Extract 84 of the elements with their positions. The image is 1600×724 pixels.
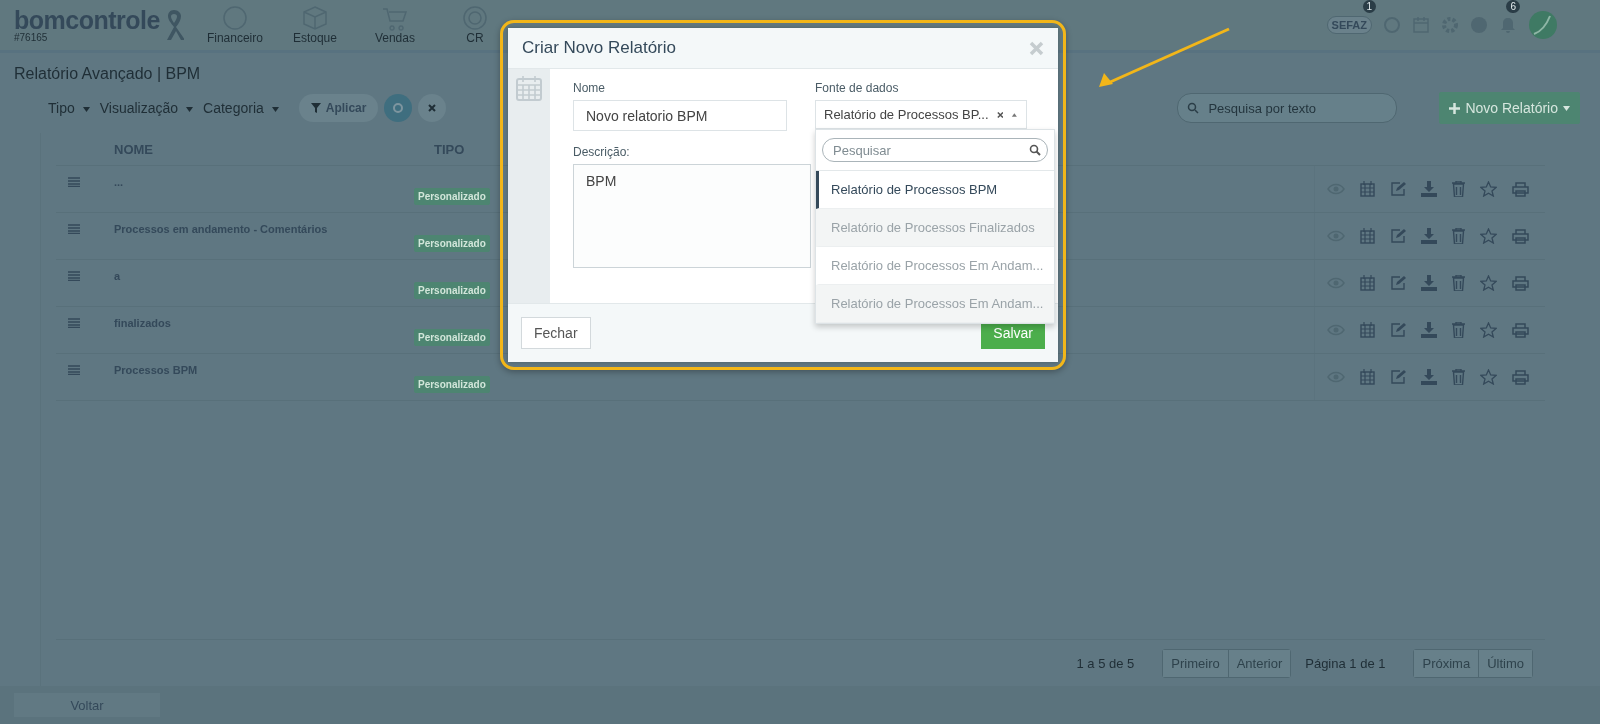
nav-item[interactable]: Vendas xyxy=(359,5,430,45)
sefaz-button[interactable]: SEFAZ xyxy=(1326,16,1372,34)
edit-icon[interactable] xyxy=(1390,369,1406,385)
description-field[interactable]: BPM xyxy=(573,164,811,268)
calendar-icon[interactable] xyxy=(1360,322,1375,338)
caret-icon xyxy=(271,106,279,112)
edit-icon[interactable] xyxy=(1390,322,1406,338)
list-icon xyxy=(68,271,80,281)
clear-icon[interactable] xyxy=(996,110,1004,119)
filter-icon xyxy=(310,103,321,113)
data-source-select[interactable]: Relatório de Processos BP... xyxy=(815,100,1027,129)
star-icon[interactable] xyxy=(1480,322,1497,338)
filter-dropdown[interactable]: Tipo xyxy=(48,100,94,116)
printer-icon[interactable] xyxy=(1512,369,1529,385)
trash-icon[interactable] xyxy=(1452,322,1465,338)
calendar-icon[interactable] xyxy=(1360,181,1375,197)
star-icon[interactable] xyxy=(1480,275,1497,291)
list-icon xyxy=(68,318,80,328)
edit-icon[interactable] xyxy=(1390,181,1406,197)
results-count: 1 a 5 de 5 xyxy=(1076,655,1135,671)
search-field[interactable]: Pesquisa por texto xyxy=(1177,93,1398,123)
caret-icon xyxy=(1011,111,1018,118)
filter-dropdown[interactable]: Visualização xyxy=(99,100,198,116)
printer-icon[interactable] xyxy=(1512,228,1529,244)
nav-item[interactable]: Financeiro xyxy=(199,5,270,45)
printer-icon[interactable] xyxy=(1512,322,1529,338)
edit-icon[interactable] xyxy=(1390,275,1406,291)
type-tag: Personalizado xyxy=(414,187,490,205)
table-cell-text: ... xyxy=(114,176,125,188)
download-icon[interactable] xyxy=(1421,369,1437,385)
type-tag: Personalizado xyxy=(414,328,490,346)
dropdown-option[interactable]: Relatório de Processos Finalizados xyxy=(816,209,1054,247)
printer-icon[interactable] xyxy=(1512,275,1529,291)
calendar-icon[interactable] xyxy=(1360,275,1375,291)
edit-icon[interactable] xyxy=(1390,228,1406,244)
printer-icon[interactable] xyxy=(1512,181,1529,197)
search-icon xyxy=(1029,144,1041,156)
notification-count: 1 xyxy=(1362,0,1377,13)
type-tag: Personalizado xyxy=(414,234,490,252)
close-button[interactable]: Fechar xyxy=(521,317,591,349)
trash-icon[interactable] xyxy=(1452,275,1465,291)
trash-icon[interactable] xyxy=(1452,181,1465,197)
star-icon[interactable] xyxy=(1480,228,1497,244)
calendar-icon xyxy=(516,75,542,101)
account-id: #76165 xyxy=(14,33,48,43)
download-icon[interactable] xyxy=(1421,322,1437,338)
caret-icon xyxy=(1563,105,1570,111)
download-icon[interactable] xyxy=(1421,275,1437,291)
list-icon xyxy=(68,224,80,234)
download-icon[interactable] xyxy=(1421,228,1437,244)
trash-icon[interactable] xyxy=(1452,369,1465,385)
plus-icon xyxy=(1449,102,1461,114)
field-label: Fonte de dados xyxy=(815,81,899,95)
calendar-icon[interactable] xyxy=(1360,228,1375,244)
name-field[interactable]: Novo relatorio BPM xyxy=(573,100,787,131)
search-field[interactable]: Pesquisar xyxy=(822,138,1048,162)
download-icon[interactable] xyxy=(1421,181,1437,197)
close-icon xyxy=(428,104,437,112)
dropdown-option[interactable]: Relatório de Processos BPM xyxy=(816,171,1054,209)
filter-dropdown[interactable]: Categoria xyxy=(203,100,283,116)
field-label: Nome xyxy=(573,81,605,95)
caret-icon xyxy=(186,106,194,112)
star-icon[interactable] xyxy=(1480,369,1497,385)
clear-button[interactable] xyxy=(418,94,447,122)
nav-item[interactable]: Estoque xyxy=(279,5,350,45)
page-indicator: Página 1 de 1 xyxy=(1305,655,1386,671)
dialog-title: Criar Novo Relatório xyxy=(522,38,676,58)
caret-icon xyxy=(82,106,90,112)
notification-count: 6 xyxy=(1506,0,1520,13)
list-icon xyxy=(68,177,80,187)
trash-icon[interactable] xyxy=(1452,228,1465,244)
avatar[interactable] xyxy=(1528,10,1558,40)
field-label: Descrição: xyxy=(573,145,630,159)
type-tag: Personalizado xyxy=(414,375,490,393)
type-tag: Personalizado xyxy=(414,281,490,299)
close-icon[interactable] xyxy=(1029,40,1044,56)
list-icon xyxy=(68,365,80,375)
dropdown-option[interactable]: Relatório de Processos Em Andam... xyxy=(816,285,1054,323)
refresh-button[interactable] xyxy=(384,94,413,122)
page-title: Relatório Avançado | BPM xyxy=(14,65,201,83)
calendar-icon[interactable] xyxy=(1360,369,1375,385)
apply-button[interactable]: Aplicar xyxy=(298,94,379,122)
new-report-button[interactable]: Novo Relatório xyxy=(1439,92,1580,124)
star-icon[interactable] xyxy=(1480,181,1497,197)
